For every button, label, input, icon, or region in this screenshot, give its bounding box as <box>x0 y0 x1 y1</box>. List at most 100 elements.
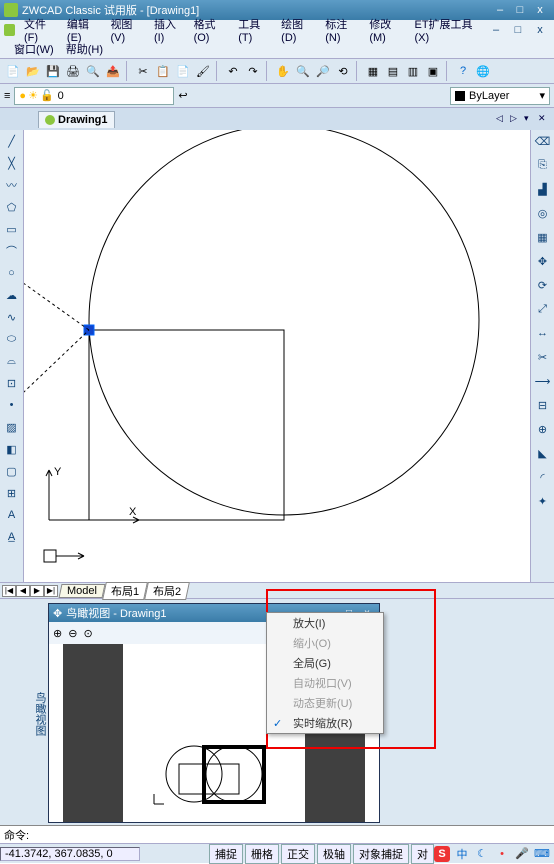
new-icon[interactable]: 📄 <box>4 62 22 80</box>
sheet-last-icon[interactable]: ▶| <box>44 585 58 597</box>
menu-help[interactable]: 帮助(H) <box>60 39 109 59</box>
cut-icon[interactable]: ✂ <box>134 62 152 80</box>
status-more[interactable]: 对 <box>411 844 434 864</box>
ctx-global[interactable]: 全局(G) <box>267 653 383 673</box>
menu-tools[interactable]: 工具(T) <box>233 14 276 46</box>
table-icon[interactable]: ⊞ <box>3 484 21 502</box>
mdi-min-button[interactable]: – <box>486 23 506 37</box>
dot-icon[interactable]: • <box>494 846 510 862</box>
layer-dropdown[interactable]: ●☀🔓0 <box>14 87 174 105</box>
copy-icon[interactable]: 📋 <box>154 62 172 80</box>
doc-tab[interactable]: Drawing1 <box>38 111 115 128</box>
ctx-rtzoom[interactable]: ✓实时缩放(R) <box>267 713 383 733</box>
zoom-win-icon[interactable]: 🔎 <box>314 62 332 80</box>
tab-layout2[interactable]: 布局2 <box>144 582 190 600</box>
menu-dim[interactable]: 标注(N) <box>320 14 364 46</box>
command-line[interactable]: 命令: <box>0 825 554 843</box>
mdi-close-button[interactable]: x <box>530 23 550 37</box>
tp-icon[interactable]: ▥ <box>404 62 422 80</box>
maximize-button[interactable]: □ <box>510 3 530 17</box>
status-ortho[interactable]: 正交 <box>281 844 315 864</box>
break-icon[interactable]: ⊟ <box>534 396 552 414</box>
calc-icon[interactable]: ▣ <box>424 62 442 80</box>
undo-icon[interactable]: ↶ <box>224 62 242 80</box>
ime-icon[interactable]: S <box>434 846 450 862</box>
open-icon[interactable]: 📂 <box>24 62 42 80</box>
dc-icon[interactable]: ▤ <box>384 62 402 80</box>
aerial-global-icon[interactable]: ⊙ <box>83 627 92 640</box>
aerial-zoomout-icon[interactable]: ⊖ <box>68 627 77 640</box>
minimize-button[interactable]: – <box>490 3 510 17</box>
polygon-icon[interactable]: ⬠ <box>3 198 21 216</box>
menu-modify[interactable]: 修改(M) <box>364 14 409 46</box>
close-button[interactable]: x <box>530 3 550 17</box>
circle-icon[interactable]: ○ <box>3 264 21 282</box>
line-icon[interactable]: ╱ <box>3 132 21 150</box>
layer-prev-icon[interactable]: ↩ <box>178 89 187 102</box>
spline-icon[interactable]: ∿ <box>3 308 21 326</box>
layer-icon[interactable]: ≡ <box>4 90 10 102</box>
tab-next-icon[interactable]: ▷ <box>510 113 522 125</box>
tab-model[interactable]: Model <box>59 584 106 598</box>
ctx-autoview[interactable]: 自动视口(V) <box>267 673 383 693</box>
zoom-rt-icon[interactable]: 🔍 <box>294 62 312 80</box>
pan-icon[interactable]: ✋ <box>274 62 292 80</box>
drawing-canvas[interactable]: Y X <box>24 130 530 582</box>
pline-icon[interactable]: 〰 <box>3 176 21 194</box>
menu-format[interactable]: 格式(O) <box>189 14 234 46</box>
fillet-icon[interactable]: ◜ <box>534 468 552 486</box>
help-icon[interactable]: ? <box>454 62 472 80</box>
preview-icon[interactable]: 🔍 <box>84 62 102 80</box>
paste-icon[interactable]: 📄 <box>174 62 192 80</box>
ellipse-icon[interactable]: ⬭ <box>3 330 21 348</box>
array-icon[interactable]: ▦ <box>534 228 552 246</box>
point-icon[interactable]: • <box>3 396 21 414</box>
ctx-dynupdate[interactable]: 动态更新(U) <box>267 693 383 713</box>
arc-icon[interactable]: ⌒ <box>3 242 21 260</box>
publish-icon[interactable]: 📤 <box>104 62 122 80</box>
erase-icon[interactable]: ⌫ <box>534 132 552 150</box>
redo-icon[interactable]: ↷ <box>244 62 262 80</box>
save-icon[interactable]: 💾 <box>44 62 62 80</box>
tab-prev-icon[interactable]: ◁ <box>496 113 508 125</box>
region-icon[interactable]: ▢ <box>3 462 21 480</box>
join-icon[interactable]: ⊕ <box>534 420 552 438</box>
sheet-next-icon[interactable]: ▶ <box>30 585 44 597</box>
tab-close-icon[interactable]: ✕ <box>538 113 550 125</box>
menu-draw[interactable]: 绘图(D) <box>276 14 320 46</box>
tab-layout1[interactable]: 布局1 <box>102 582 148 600</box>
status-osnap[interactable]: 对象捕捉 <box>353 844 409 864</box>
scale-icon[interactable]: ⤢ <box>534 300 552 318</box>
status-snap[interactable]: 捕捉 <box>209 844 243 864</box>
color-dropdown[interactable]: ByLayer ▾ <box>450 87 550 105</box>
stretch-icon[interactable]: ↔ <box>534 324 552 342</box>
lang-icon[interactable]: 中 <box>454 846 470 862</box>
chamfer-icon[interactable]: ◣ <box>534 444 552 462</box>
mdi-max-button[interactable]: □ <box>508 23 528 37</box>
globe-icon[interactable]: 🌐 <box>474 62 492 80</box>
move-icon[interactable]: ✥ <box>534 252 552 270</box>
revcloud-icon[interactable]: ☁ <box>3 286 21 304</box>
sheet-first-icon[interactable]: |◀ <box>2 585 16 597</box>
ctx-zoomout[interactable]: 缩小(O) <box>267 633 383 653</box>
offset-icon[interactable]: ◎ <box>534 204 552 222</box>
sheet-prev-icon[interactable]: ◀ <box>16 585 30 597</box>
block-icon[interactable]: ⊡ <box>3 374 21 392</box>
tab-list-icon[interactable]: ▾ <box>524 113 536 125</box>
hatch-icon[interactable]: ▨ <box>3 418 21 436</box>
zoom-prev-icon[interactable]: ⟲ <box>334 62 352 80</box>
extend-icon[interactable]: ⟶ <box>534 372 552 390</box>
ctx-zoomin[interactable]: 放大(I) <box>267 613 383 633</box>
mirror-icon[interactable]: ▟ <box>534 180 552 198</box>
aerial-zoomin-icon[interactable]: ⊕ <box>53 627 62 640</box>
status-grid[interactable]: 栅格 <box>245 844 279 864</box>
copy-obj-icon[interactable]: ⎘ <box>534 156 552 174</box>
keyboard-icon[interactable]: ⌨ <box>534 846 550 862</box>
print-icon[interactable]: 🖨 <box>64 62 82 80</box>
menu-window[interactable]: 窗口(W) <box>8 39 60 59</box>
mic-icon[interactable]: 🎤 <box>514 846 530 862</box>
text-icon[interactable]: A̲ <box>3 528 21 546</box>
menu-insert[interactable]: 插入(I) <box>149 14 189 46</box>
menu-view[interactable]: 视图(V) <box>105 14 149 46</box>
mtext-icon[interactable]: A <box>3 506 21 524</box>
